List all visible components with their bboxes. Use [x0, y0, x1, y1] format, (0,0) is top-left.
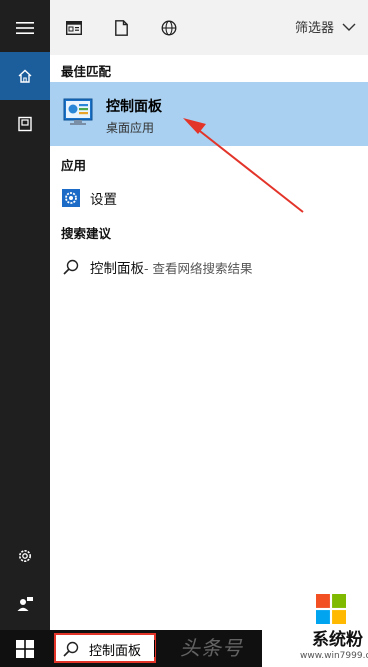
windows-logo-icon: [16, 639, 34, 658]
watermark-text: 头条号: [180, 636, 243, 660]
text-cursor: [154, 640, 155, 657]
start-button[interactable]: [0, 630, 50, 667]
brand-url: www.win7999.com: [300, 651, 368, 661]
brand-name: 系统粉: [312, 630, 363, 650]
brand-logo-icon: [316, 594, 346, 624]
taskbar-search-box[interactable]: 控制面板: [54, 633, 156, 663]
annotation-arrow: [183, 118, 304, 213]
search-query-text: 控制面板: [89, 644, 142, 659]
search-icon: [63, 641, 79, 657]
